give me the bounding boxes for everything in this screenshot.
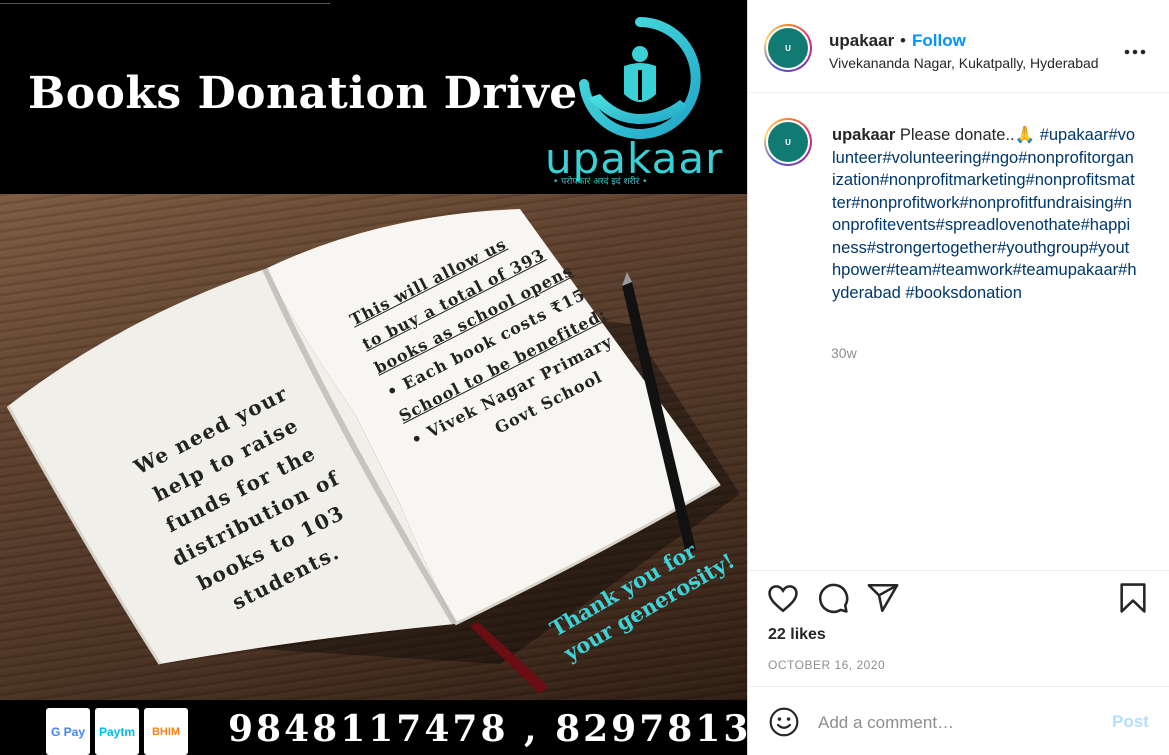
post-sidebar: U upakaar • Follow Vivekananda Nagar, Ku… — [747, 0, 1169, 755]
post-image[interactable]: Books Donation Drive upakaar • परोपकारं … — [0, 0, 747, 755]
comment-icon — [819, 583, 849, 614]
paytm-icon: Paytm — [95, 708, 139, 755]
comment-bar: Post — [748, 686, 1169, 755]
header-separator: • — [900, 31, 906, 50]
share-button[interactable] — [866, 581, 900, 615]
avatar[interactable]: U — [764, 24, 812, 72]
post-comment-button[interactable]: Post — [1112, 712, 1149, 732]
book-photo: We need your help to raise funds for the… — [0, 194, 747, 700]
emoji-button[interactable] — [768, 706, 800, 738]
comment-button[interactable] — [816, 581, 850, 615]
likes-count[interactable]: 22 likes — [768, 626, 826, 644]
avatar-logo-icon: U — [768, 28, 808, 68]
caption-time[interactable]: 30w — [831, 345, 857, 361]
share-icon — [867, 583, 899, 613]
avatar-logo-icon: U — [768, 122, 808, 162]
banner-title: Books Donation Drive — [28, 68, 578, 119]
like-button[interactable] — [766, 581, 800, 615]
caption-hashtags[interactable]: #upakaar#volunteer#volunteering#ngo#nonp… — [832, 126, 1137, 302]
more-horizontal-icon — [1124, 49, 1146, 55]
more-options-button[interactable] — [1124, 38, 1146, 61]
caption-avatar[interactable]: U — [764, 118, 812, 166]
save-button[interactable] — [1116, 581, 1150, 615]
header-username[interactable]: upakaar — [829, 31, 894, 51]
bookmark-icon — [1120, 583, 1146, 613]
caption-username[interactable]: upakaar — [832, 126, 895, 144]
follow-button[interactable]: Follow — [912, 31, 966, 51]
caption-text: Please donate..🙏 — [899, 126, 1036, 144]
phone-numbers: 9848117478 , 8297813359 — [228, 708, 747, 750]
post-caption: upakaar Please donate..🙏 #upakaar#volunt… — [832, 124, 1137, 304]
payment-bar: G Pay Paytm BHIM 9848117478 , 8297813359 — [0, 700, 747, 755]
gpay-icon: G Pay — [46, 708, 90, 755]
image-banner: Books Donation Drive upakaar • परोपकारं … — [0, 6, 747, 194]
post-actions: 22 likes OCTOBER 16, 2020 — [748, 570, 1169, 700]
comment-input[interactable] — [818, 709, 1098, 737]
post-header: U upakaar • Follow Vivekananda Nagar, Ku… — [748, 0, 1169, 93]
instagram-post-view: Books Donation Drive upakaar • परोपकारं … — [0, 0, 1169, 755]
post-date[interactable]: OCTOBER 16, 2020 — [768, 658, 885, 672]
location-link[interactable]: Vivekananda Nagar, Kukatpally, Hyderabad — [829, 55, 1099, 71]
emoji-icon — [769, 707, 799, 737]
bhim-icon: BHIM — [144, 708, 188, 755]
heart-icon — [768, 585, 798, 613]
